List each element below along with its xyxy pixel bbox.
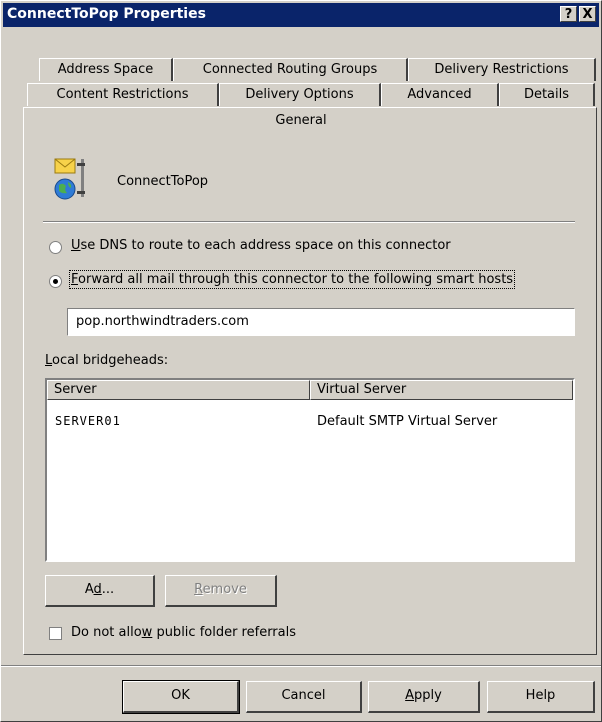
tab-address-space[interactable]: Address Space bbox=[39, 58, 173, 81]
window-title: ConnectToPop Properties bbox=[7, 6, 206, 22]
title-bar[interactable]: ConnectToPop Properties ? X bbox=[3, 3, 599, 27]
tab-delivery-options[interactable]: Delivery Options bbox=[219, 83, 381, 106]
connector-name: ConnectToPop bbox=[117, 174, 209, 189]
smart-host-input[interactable]: pop.northwindtraders.com bbox=[67, 308, 575, 336]
smarthost-radio-label[interactable]: Forward all mail through this connector … bbox=[68, 270, 516, 289]
connector-globe-envelope-icon bbox=[53, 157, 93, 201]
properties-dialog: ConnectToPop Properties ? X Address Spac… bbox=[0, 0, 602, 722]
public-folder-referrals-label[interactable]: Do not allow public folder referrals bbox=[71, 625, 296, 640]
dns-radio-button[interactable] bbox=[49, 241, 62, 254]
public-folder-referrals-checkbox[interactable] bbox=[49, 627, 62, 640]
row-server-cell: SERVER01 bbox=[55, 414, 121, 428]
help-title-button[interactable]: ? bbox=[560, 6, 577, 22]
tab-connected-routing-groups[interactable]: Connected Routing Groups bbox=[173, 58, 408, 81]
tab-advanced[interactable]: Advanced bbox=[381, 83, 499, 106]
ok-button[interactable]: OK bbox=[122, 680, 240, 714]
footer-divider bbox=[1, 665, 601, 667]
row-virtual-server-cell: Default SMTP Virtual Server bbox=[317, 414, 498, 429]
tab-delivery-restrictions[interactable]: Delivery Restrictions bbox=[408, 58, 596, 81]
help-button[interactable]: Help bbox=[487, 681, 595, 713]
smarthost-radio-button[interactable] bbox=[49, 275, 62, 288]
remove-button[interactable]: Remove bbox=[165, 575, 277, 607]
dns-radio-label[interactable]: Use DNS to route to each address space o… bbox=[71, 238, 451, 253]
close-title-button[interactable]: X bbox=[579, 6, 596, 22]
tab-general[interactable]: General bbox=[1, 113, 601, 128]
column-header-virtual-server[interactable]: Virtual Server bbox=[310, 380, 573, 400]
tab-content-restrictions[interactable]: Content Restrictions bbox=[27, 83, 219, 106]
add-button[interactable]: Ad... bbox=[45, 575, 155, 607]
apply-button[interactable]: Apply bbox=[368, 681, 480, 713]
local-bridgeheads-label: Local bridgeheads: bbox=[45, 353, 169, 368]
cancel-button[interactable]: Cancel bbox=[246, 681, 362, 713]
tab-details[interactable]: Details bbox=[499, 83, 595, 106]
section-divider bbox=[43, 221, 575, 223]
bridgeheads-list[interactable]: Server Virtual Server SERVER01 Default S… bbox=[45, 378, 575, 562]
column-header-server[interactable]: Server bbox=[47, 380, 310, 400]
